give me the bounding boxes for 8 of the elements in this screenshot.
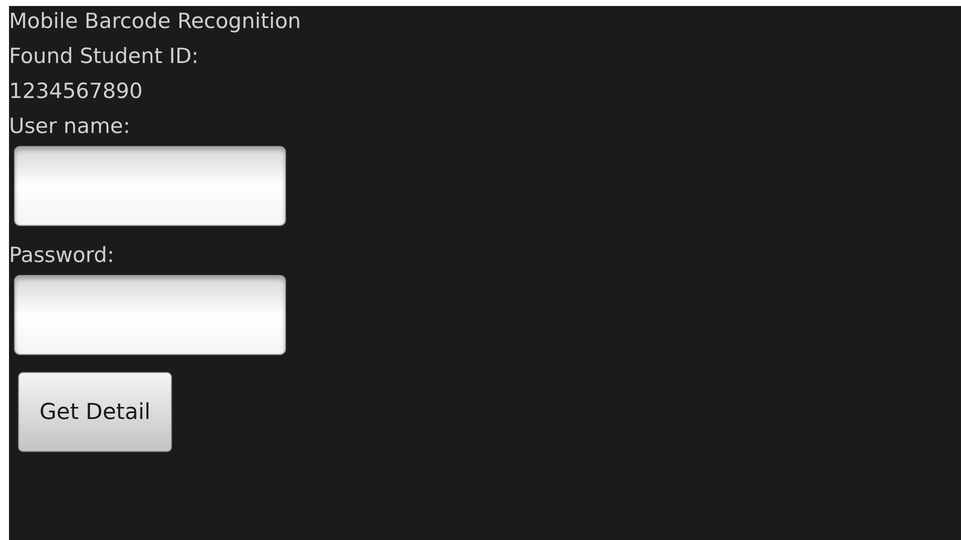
- input-field[interactable]: [14, 146, 286, 226]
- found-label: Found Student ID:: [9, 43, 199, 70]
- field-label: User name:: [9, 113, 130, 140]
- student-id: 1234567890: [9, 78, 143, 105]
- field-label: Password:: [9, 242, 114, 269]
- get-detail-button[interactable]: Get Detail: [18, 372, 172, 452]
- app-title: Mobile Barcode Recognition: [9, 8, 301, 35]
- input-field[interactable]: [14, 275, 286, 355]
